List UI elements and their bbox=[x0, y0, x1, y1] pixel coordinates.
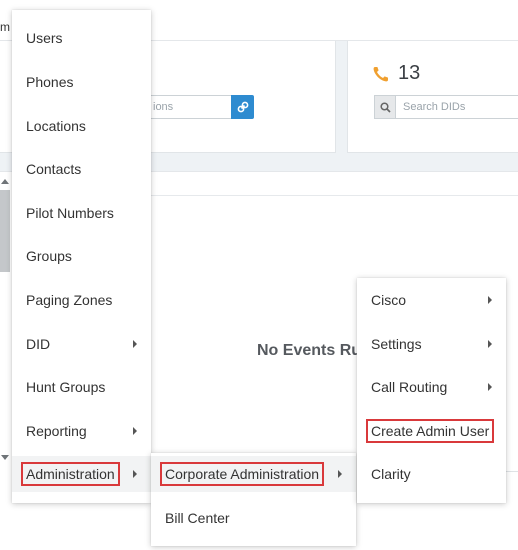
corporate-administration-submenu: Cisco Settings Call Routing Create Admin… bbox=[357, 278, 506, 503]
menu-item-paging-zones[interactable]: Paging Zones bbox=[12, 282, 151, 318]
menu-item-settings[interactable]: Settings bbox=[357, 326, 506, 362]
did-count: 13 bbox=[372, 62, 420, 85]
menu-item-phones[interactable]: Phones bbox=[12, 64, 151, 100]
menu-item-clarity[interactable]: Clarity bbox=[357, 456, 506, 492]
link-icon bbox=[237, 101, 248, 113]
no-events-message: No Events Ru bbox=[257, 342, 362, 359]
menu-item-cisco[interactable]: Cisco bbox=[357, 282, 506, 318]
scroll-down-arrow-icon[interactable] bbox=[1, 455, 9, 460]
menu-item-bill-center[interactable]: Bill Center bbox=[151, 500, 356, 536]
menu-item-locations[interactable]: Locations bbox=[12, 108, 151, 144]
menu-item-label: Clarity bbox=[371, 466, 411, 482]
scrollbar-thumb[interactable] bbox=[0, 190, 10, 272]
submenu-arrow-icon bbox=[133, 470, 137, 478]
menu-item-groups[interactable]: Groups bbox=[12, 238, 151, 274]
menu-item-users[interactable]: Users bbox=[12, 20, 151, 56]
submenu-arrow-icon bbox=[133, 427, 137, 435]
menu-item-hunt-groups[interactable]: Hunt Groups bbox=[12, 369, 151, 405]
events-bottom-border bbox=[505, 471, 518, 472]
contacts-search-input[interactable]: ions bbox=[140, 95, 232, 119]
menu-item-label: DID bbox=[26, 336, 51, 352]
menu-item-contacts[interactable]: Contacts bbox=[12, 151, 151, 187]
did-count-value: 13 bbox=[398, 62, 421, 84]
main-dropdown-menu: Users Phones Locations Contacts Pilot Nu… bbox=[12, 10, 151, 503]
administration-submenu: Corporate Administration Bill Center bbox=[151, 453, 356, 546]
did-search-placeholder: Search DIDs bbox=[403, 101, 466, 113]
menu-item-administration[interactable]: Administration bbox=[12, 456, 151, 492]
menu-item-label: Reporting bbox=[26, 423, 87, 439]
menu-item-label: Groups bbox=[26, 248, 72, 264]
did-search-input[interactable]: Search DIDs bbox=[395, 95, 518, 119]
menu-item-label: Users bbox=[26, 30, 63, 46]
scroll-up-arrow-icon[interactable] bbox=[1, 179, 9, 184]
menu-item-pilot-numbers[interactable]: Pilot Numbers bbox=[12, 195, 151, 231]
menu-item-label: Pilot Numbers bbox=[26, 205, 114, 221]
menu-item-label: Call Routing bbox=[371, 379, 448, 395]
menu-item-label-highlighted: Administration bbox=[21, 462, 120, 486]
submenu-arrow-icon bbox=[488, 340, 492, 348]
phone-icon bbox=[373, 66, 388, 81]
menu-item-label: Contacts bbox=[26, 161, 82, 177]
submenu-arrow-icon bbox=[338, 470, 342, 478]
menu-item-corporate-administration[interactable]: Corporate Administration bbox=[151, 456, 356, 492]
menu-item-label-highlighted: Create Admin User bbox=[366, 419, 495, 443]
menu-item-label: Cisco bbox=[371, 292, 407, 308]
menu-item-reporting[interactable]: Reporting bbox=[12, 413, 151, 449]
menu-item-label: Phones bbox=[26, 74, 74, 90]
menu-item-label: Paging Zones bbox=[26, 292, 113, 308]
menu-item-did[interactable]: DID bbox=[12, 326, 151, 362]
search-icon bbox=[380, 101, 391, 113]
submenu-arrow-icon bbox=[488, 383, 492, 391]
submenu-arrow-icon bbox=[488, 296, 492, 304]
menu-item-call-routing[interactable]: Call Routing bbox=[357, 369, 506, 405]
did-search-button[interactable] bbox=[374, 95, 396, 119]
events-divider bbox=[150, 195, 518, 196]
menu-item-label: Settings bbox=[371, 336, 422, 352]
link-button[interactable] bbox=[231, 95, 254, 119]
menu-item-label-highlighted: Corporate Administration bbox=[160, 462, 325, 486]
menu-item-label: Bill Center bbox=[165, 510, 230, 526]
menu-item-label: Hunt Groups bbox=[26, 379, 106, 395]
header-text-fragment: m bbox=[0, 20, 10, 34]
submenu-arrow-icon bbox=[133, 340, 137, 348]
menu-item-label: Locations bbox=[26, 118, 86, 134]
contacts-search-placeholder: ions bbox=[153, 101, 174, 113]
menu-item-create-admin-user[interactable]: Create Admin User bbox=[357, 413, 506, 449]
